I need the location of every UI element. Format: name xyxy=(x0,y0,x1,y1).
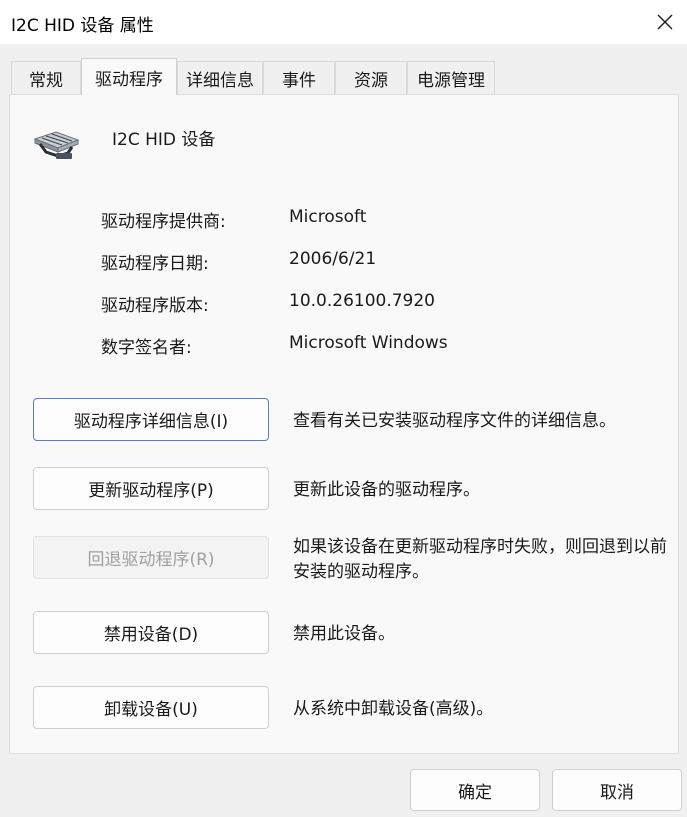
tab-details[interactable]: 详细信息 xyxy=(177,61,263,94)
title-bar: I2C HID 设备 属性 xyxy=(0,0,687,44)
version-value: 10.0.26100.7920 xyxy=(289,291,436,311)
update-driver-button[interactable]: 更新驱动程序(P) xyxy=(33,467,269,510)
provider-value: Microsoft xyxy=(289,207,367,227)
version-label: 驱动程序版本: xyxy=(101,296,209,316)
driver-details-button[interactable]: 驱动程序详细信息(I) xyxy=(33,398,269,441)
tab-events[interactable]: 事件 xyxy=(263,61,335,94)
driver-details-desc: 查看有关已安装驱动程序文件的详细信息。 xyxy=(293,411,616,431)
tab-driver[interactable]: 驱动程序 xyxy=(81,58,177,95)
disable-device-desc: 禁用此设备。 xyxy=(293,624,395,644)
uninstall-device-button[interactable]: 卸载设备(U) xyxy=(33,686,269,729)
tab-strip: 常规 驱动程序 详细信息 事件 资源 电源管理 xyxy=(9,58,679,95)
ok-button[interactable]: 确定 xyxy=(410,769,540,811)
close-button[interactable] xyxy=(643,0,687,44)
provider-label: 驱动程序提供商: xyxy=(101,212,226,232)
window-title: I2C HID 设备 属性 xyxy=(11,16,154,36)
hid-device-icon xyxy=(32,126,82,166)
disable-device-button[interactable]: 禁用设备(D) xyxy=(33,611,269,654)
uninstall-device-desc: 从系统中卸载设备(高级)。 xyxy=(293,699,494,719)
tab-power-management[interactable]: 电源管理 xyxy=(407,61,495,94)
close-icon xyxy=(657,14,673,30)
signer-label: 数字签名者: xyxy=(101,338,192,358)
roll-back-driver-desc: 如果该设备在更新驱动程序时失败，则回退到以前安装的驱动程序。 xyxy=(293,537,667,582)
cancel-button[interactable]: 取消 xyxy=(552,769,682,811)
date-value: 2006/6/21 xyxy=(289,249,377,269)
signer-value: Microsoft Windows xyxy=(289,333,448,353)
tab-resources[interactable]: 资源 xyxy=(335,61,407,94)
device-name: I2C HID 设备 xyxy=(112,130,216,150)
roll-back-driver-button: 回退驱动程序(R) xyxy=(33,536,269,579)
update-driver-desc: 更新此设备的驱动程序。 xyxy=(293,480,480,500)
tab-general[interactable]: 常规 xyxy=(11,61,81,94)
date-label: 驱动程序日期: xyxy=(101,254,209,274)
